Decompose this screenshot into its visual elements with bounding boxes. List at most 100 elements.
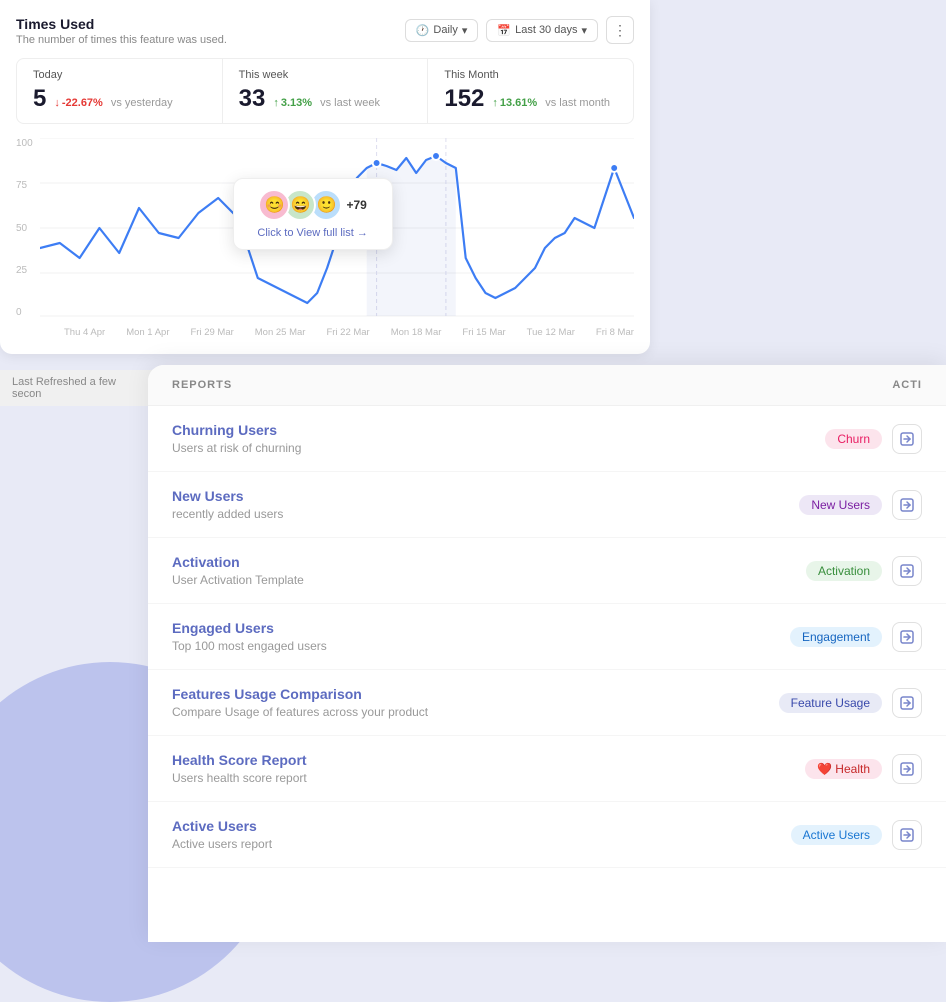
chart-title-area: Times Used The number of times this feat… <box>16 16 227 46</box>
avatar-1: 😊 <box>258 189 290 221</box>
report-action-activation[interactable] <box>892 556 922 586</box>
range-button[interactable]: 📅 Last 30 days ▾ <box>486 19 598 42</box>
reports-section-title: REPORTS <box>172 379 232 391</box>
tooltip-avatars: 😊 😄 🙂 +79 <box>248 189 378 221</box>
stat-week-vs: vs last week <box>320 97 380 109</box>
stat-week-value: 33 <box>239 85 266 113</box>
stat-today-label: Today <box>33 69 206 81</box>
arrow-up-icon: ↑ <box>273 97 279 109</box>
report-info-new-users: New Users recently added users <box>172 488 799 521</box>
reports-panel: REPORTS ACTI Churning Users Users at ris… <box>148 365 946 942</box>
arrow-up-icon-2: ↑ <box>492 97 498 109</box>
report-tag-engaged-users: Engagement <box>790 627 882 647</box>
report-right-activation: Activation <box>806 556 922 586</box>
report-action-churning-users[interactable] <box>892 424 922 454</box>
report-item-new-users[interactable]: New Users recently added users New Users <box>148 472 946 538</box>
report-action-active-users[interactable] <box>892 820 922 850</box>
report-tag-active-users: Active Users <box>791 825 882 845</box>
export-icon <box>900 630 914 644</box>
report-right-engaged-users: Engagement <box>790 622 922 652</box>
report-desc-active-users: Active users report <box>172 837 791 851</box>
stat-month: This Month 152 ↑ 13.61% vs last month <box>428 59 633 123</box>
report-item-features-usage[interactable]: Features Usage Comparison Compare Usage … <box>148 670 946 736</box>
reports-header: REPORTS ACTI <box>148 365 946 406</box>
export-icon <box>900 828 914 842</box>
reports-actions-label: ACTI <box>892 379 922 391</box>
report-tag-churning-users: Churn <box>825 429 882 449</box>
report-tag-features-usage: Feature Usage <box>779 693 882 713</box>
report-info-engaged-users: Engaged Users Top 100 most engaged users <box>172 620 790 653</box>
stat-month-label: This Month <box>444 69 617 81</box>
report-item-active-users[interactable]: Active Users Active users report Active … <box>148 802 946 868</box>
report-action-engaged-users[interactable] <box>892 622 922 652</box>
view-full-list-link[interactable]: Click to View full list → <box>248 227 378 239</box>
report-action-health-score[interactable] <box>892 754 922 784</box>
chart-card: Times Used The number of times this feat… <box>0 0 650 354</box>
chevron-down-icon: ▾ <box>462 24 468 37</box>
report-action-features-usage[interactable] <box>892 688 922 718</box>
report-info-churning-users: Churning Users Users at risk of churning <box>172 422 825 455</box>
avatar-count: +79 <box>346 198 366 212</box>
report-action-new-users[interactable] <box>892 490 922 520</box>
report-item-health-score[interactable]: Health Score Report Users health score r… <box>148 736 946 802</box>
report-item-activation[interactable]: Activation User Activation Template Acti… <box>148 538 946 604</box>
more-options-button[interactable]: ⋮ <box>606 16 634 44</box>
report-desc-engaged-users: Top 100 most engaged users <box>172 639 790 653</box>
stats-row: Today 5 ↓ -22.67% vs yesterday This week… <box>16 58 634 124</box>
report-info-features-usage: Features Usage Comparison Compare Usage … <box>172 686 779 719</box>
chart-title: Times Used <box>16 16 227 32</box>
report-item-engaged-users[interactable]: Engaged Users Top 100 most engaged users… <box>148 604 946 670</box>
stat-today-change: ↓ -22.67% <box>54 97 102 109</box>
report-desc-features-usage: Compare Usage of features across your pr… <box>172 705 779 719</box>
report-right-active-users: Active Users <box>791 820 922 850</box>
x-axis-labels: Thu 4 Apr Mon 1 Apr Fri 29 Mar Mon 25 Ma… <box>40 323 634 338</box>
report-name-health-score: Health Score Report <box>172 752 805 768</box>
report-name-active-users: Active Users <box>172 818 791 834</box>
stat-today-vs: vs yesterday <box>111 97 173 109</box>
report-desc-churning-users: Users at risk of churning <box>172 441 825 455</box>
stat-month-value: 152 <box>444 85 484 113</box>
report-name-engaged-users: Engaged Users <box>172 620 790 636</box>
stat-today-value: 5 <box>33 85 46 113</box>
chart-tooltip: 😊 😄 🙂 +79 Click to View full list → <box>233 178 393 250</box>
stat-week-label: This week <box>239 69 412 81</box>
report-right-new-users: New Users <box>799 490 922 520</box>
report-name-features-usage: Features Usage Comparison <box>172 686 779 702</box>
calendar-icon: 📅 <box>497 24 511 37</box>
line-chart-area: 100 75 50 25 0 <box>16 138 634 338</box>
stat-month-vs: vs last month <box>545 97 610 109</box>
stat-month-change: ↑ 13.61% <box>492 97 537 109</box>
chart-header: Times Used The number of times this feat… <box>16 16 634 46</box>
report-name-activation: Activation <box>172 554 806 570</box>
refresh-bar: Last Refreshed a few secon <box>0 370 160 406</box>
clock-icon: 🕐 <box>416 24 430 37</box>
report-tag-new-users: New Users <box>799 495 882 515</box>
stat-today: Today 5 ↓ -22.67% vs yesterday <box>17 59 223 123</box>
report-right-features-usage: Feature Usage <box>779 688 922 718</box>
stat-week: This week 33 ↑ 3.13% vs last week <box>223 59 429 123</box>
y-axis-labels: 100 75 50 25 0 <box>16 138 33 338</box>
export-icon <box>900 498 914 512</box>
report-right-health-score: ❤️ Health <box>805 754 922 784</box>
report-info-active-users: Active Users Active users report <box>172 818 791 851</box>
report-right-churning-users: Churn <box>825 424 922 454</box>
stat-week-change: ↑ 3.13% <box>273 97 312 109</box>
report-desc-new-users: recently added users <box>172 507 799 521</box>
report-info-health-score: Health Score Report Users health score r… <box>172 752 805 785</box>
report-name-churning-users: Churning Users <box>172 422 825 438</box>
report-item-churning-users[interactable]: Churning Users Users at risk of churning… <box>148 406 946 472</box>
report-desc-activation: User Activation Template <box>172 573 806 587</box>
export-icon <box>900 564 914 578</box>
daily-button[interactable]: 🕐 Daily ▾ <box>405 19 479 42</box>
chevron-down-icon-2: ▾ <box>581 24 587 37</box>
report-tag-activation: Activation <box>806 561 882 581</box>
arrow-down-icon: ↓ <box>54 97 60 109</box>
export-icon <box>900 762 914 776</box>
report-info-activation: Activation User Activation Template <box>172 554 806 587</box>
export-icon <box>900 432 914 446</box>
chart-controls: 🕐 Daily ▾ 📅 Last 30 days ▾ ⋮ <box>405 16 634 44</box>
export-icon <box>900 696 914 710</box>
report-tag-health-score: ❤️ Health <box>805 759 882 779</box>
refresh-label: Last Refreshed a few secon <box>12 376 116 400</box>
chart-subtitle: The number of times this feature was use… <box>16 34 227 46</box>
